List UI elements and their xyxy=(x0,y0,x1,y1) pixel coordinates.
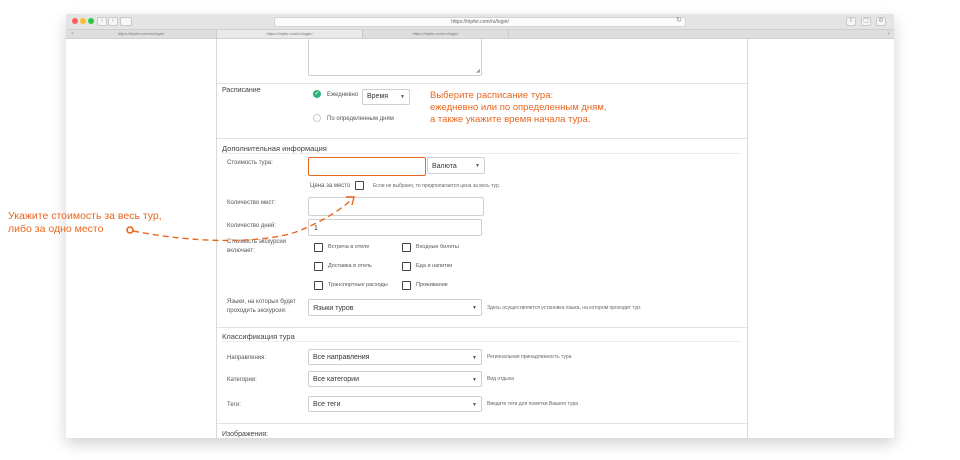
arrow-start-circle xyxy=(126,226,134,234)
arrow-dashed-line xyxy=(132,198,353,242)
annotation-arrow xyxy=(126,196,355,242)
